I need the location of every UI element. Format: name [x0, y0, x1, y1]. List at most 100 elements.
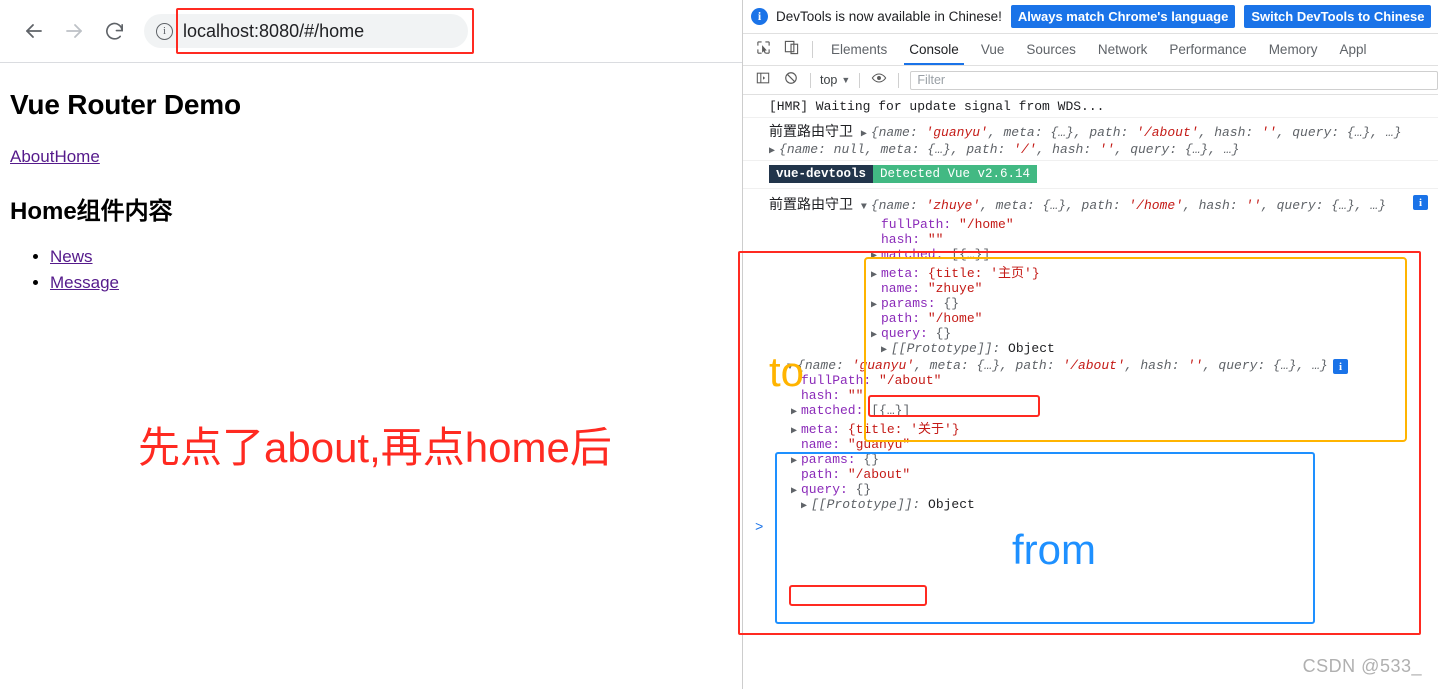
info-icon: i	[751, 8, 768, 25]
expand-triangle-icon[interactable]: ▶	[871, 329, 881, 341]
prop-key: [[Prototype]]:	[811, 497, 921, 512]
obj-key: path:	[966, 142, 1006, 157]
prop-key: matched:	[801, 403, 864, 418]
inspect-element-button[interactable]	[749, 34, 777, 65]
chevron-down-icon: ▼	[841, 75, 851, 85]
tab-application[interactable]: Appl	[1328, 34, 1377, 65]
prop-key: path:	[801, 467, 841, 482]
prop-row: ▶ meta: {title: '关于'}	[791, 418, 1438, 437]
obj-val: {…}	[1331, 198, 1355, 213]
obj-val: ''	[1261, 125, 1277, 140]
obj-val: 'guanyu'	[925, 125, 988, 140]
forward-button[interactable]	[54, 11, 94, 51]
prop-key: fullPath:	[801, 373, 872, 388]
link-message[interactable]: Message	[50, 273, 119, 292]
prop-value: "/home"	[927, 311, 983, 326]
reload-button[interactable]	[94, 11, 134, 51]
obj-val: ''	[1098, 142, 1115, 157]
tab-console[interactable]: Console	[898, 34, 970, 65]
expand-triangle-icon[interactable]: ▶	[871, 299, 881, 311]
prop-row: ▶ [[Prototype]]: Object	[791, 497, 1438, 512]
prop-key: hash:	[881, 232, 921, 247]
vue-devtools-source-badge: vue-devtools	[769, 165, 874, 183]
obj-key: query:	[1130, 142, 1178, 157]
expand-triangle-icon[interactable]: ▶	[791, 425, 801, 437]
to-object-props: ▶fullPath: "/home" ▶hash: "" ▶matched: […	[743, 217, 1438, 356]
tab-performance[interactable]: Performance	[1158, 34, 1257, 65]
always-match-language-button[interactable]: Always match Chrome's language	[1010, 5, 1236, 28]
prop-key: [[Prototype]]:	[891, 341, 1001, 356]
component-heading: Home组件内容	[10, 198, 173, 225]
obj-key: hash:	[1052, 142, 1092, 157]
expand-triangle-icon[interactable]: ▶	[881, 344, 891, 356]
expand-triangle-icon[interactable]: ▶	[861, 128, 871, 140]
prop-row-path-highlighted: ▶path: "/home"	[871, 311, 1438, 326]
obj-val: {…}	[1042, 198, 1066, 213]
site-info-icon[interactable]: i	[156, 22, 173, 40]
prop-value: ""	[847, 388, 864, 403]
log-row: 前置路由守卫 ▶ {name: 'guanyu', meta: {…}, path…	[743, 118, 1438, 161]
tab-bar-divider	[812, 41, 813, 58]
device-toolbar-button[interactable]	[777, 34, 805, 65]
obj-key: name:	[878, 125, 918, 140]
prop-value: ""	[927, 232, 944, 247]
obj-key: meta:	[1003, 125, 1043, 140]
expand-triangle-icon[interactable]: ▶	[769, 145, 779, 157]
console-filter-input[interactable]: Filter	[910, 70, 1438, 90]
arrow-right-icon	[62, 19, 86, 43]
tab-elements[interactable]: Elements	[820, 34, 898, 65]
link-about[interactable]: About	[10, 147, 54, 166]
vue-detected-badge: Detected Vue v2.6.14	[873, 165, 1038, 183]
link-home[interactable]: Home	[54, 147, 99, 166]
info-badge-icon[interactable]: i	[1413, 195, 1428, 210]
tab-sources[interactable]: Sources	[1015, 34, 1087, 65]
obj-key: name:	[804, 358, 844, 373]
prop-row: ▶fullPath: "/home"	[871, 217, 1438, 232]
back-button[interactable]	[14, 11, 54, 51]
tab-memory[interactable]: Memory	[1258, 34, 1329, 65]
prop-row: ▶ matched: [{…}]	[791, 403, 1438, 418]
tab-vue[interactable]: Vue	[970, 34, 1016, 65]
obj-key: meta:	[929, 358, 969, 373]
expand-triangle-icon[interactable]: ▶	[871, 269, 881, 281]
expand-triangle-icon[interactable]: ▶	[791, 406, 801, 418]
prop-value: {title: '关于'}	[847, 422, 960, 437]
console-toolbar-divider	[810, 72, 811, 88]
prop-value: Object	[928, 497, 975, 512]
console-sidebar-button[interactable]	[749, 71, 777, 90]
expand-triangle-icon[interactable]: ▶	[791, 485, 801, 497]
clear-console-button[interactable]	[777, 71, 805, 90]
prop-key: matched:	[881, 247, 944, 262]
prop-row: ▶name: "guanyu"	[791, 437, 1438, 452]
collapse-triangle-icon[interactable]: ▼	[861, 202, 871, 213]
prop-value: {}	[855, 482, 872, 497]
obj-key: hash:	[1140, 358, 1180, 373]
obj-ellipsis: …	[1223, 142, 1232, 157]
prop-value: {title: '主页'}	[927, 266, 1040, 281]
tab-network[interactable]: Network	[1087, 34, 1159, 65]
live-expression-eye-icon	[871, 70, 887, 91]
expand-triangle-icon[interactable]: ▶	[871, 250, 881, 262]
obj-key: path:	[1015, 358, 1055, 373]
link-news[interactable]: News	[50, 247, 93, 266]
obj-key: name:	[878, 198, 918, 213]
live-expression-button[interactable]	[865, 70, 893, 91]
address-bar[interactable]: i localhost:8080/#/home	[144, 14, 468, 48]
obj-val: null	[833, 142, 865, 157]
console-toolbar-divider-2	[859, 72, 861, 88]
guard-label: 前置路由守卫	[769, 196, 853, 212]
obj-key: meta:	[995, 198, 1035, 213]
obj-ellipsis: …	[1312, 358, 1320, 373]
browser-toolbar: i localhost:8080/#/home	[0, 0, 742, 62]
obj-key: query:	[1276, 198, 1324, 213]
prop-key: name:	[881, 281, 921, 296]
devtools-panel: i DevTools is now available in Chinese! …	[742, 0, 1438, 689]
prop-value: {}	[943, 296, 960, 311]
switch-devtools-language-button[interactable]: Switch DevTools to Chinese	[1244, 5, 1432, 28]
expand-triangle-icon[interactable]: ▶	[801, 500, 811, 512]
expand-triangle-icon[interactable]: ▶	[791, 455, 801, 467]
prop-row: ▶ meta: {title: '主页'}	[871, 262, 1438, 281]
execution-context-selector[interactable]: top ▼	[816, 73, 854, 87]
prop-key: params:	[881, 296, 936, 311]
info-badge-icon[interactable]: i	[1333, 359, 1348, 374]
